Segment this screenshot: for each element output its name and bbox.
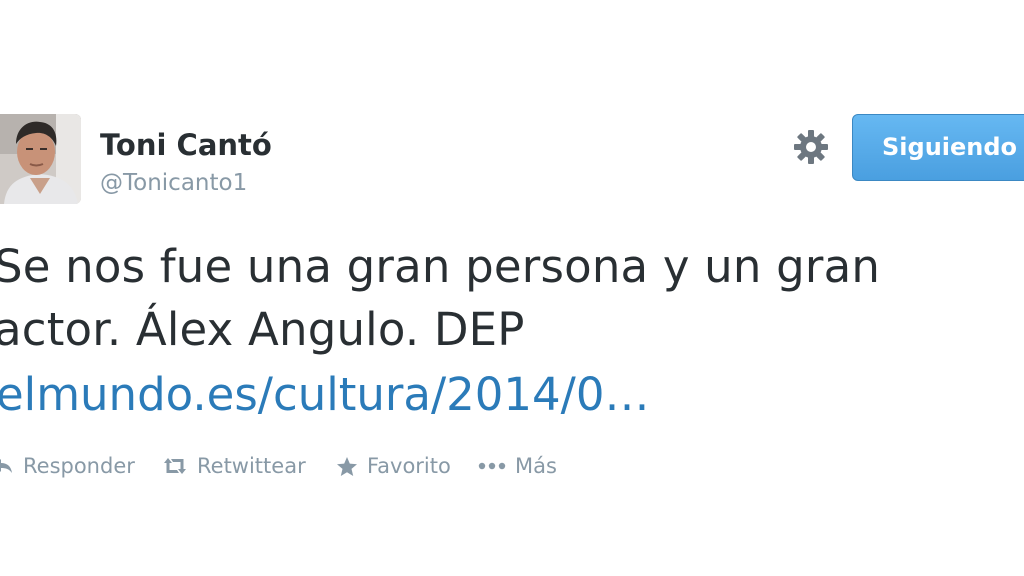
tweet-link[interactable]: elmundo.es/cultura/2014/0…: [0, 368, 649, 421]
author-name[interactable]: Toni Cantó: [100, 128, 272, 162]
retweet-label: Retwittear: [197, 454, 306, 478]
tweet-text-line-2: actor. Álex Angulo. DEP: [0, 303, 525, 356]
tweet-card: Toni Cantó @Tonicanto1 Siguiendo Se nos …: [0, 0, 1024, 576]
favorite-label: Favorito: [367, 454, 451, 478]
retweet-button[interactable]: Retwittear: [162, 452, 306, 480]
gear-icon[interactable]: [792, 128, 830, 166]
more-dots-icon: [478, 462, 506, 470]
star-icon: [336, 456, 358, 477]
favorite-button[interactable]: Favorito: [336, 452, 451, 480]
reply-icon: [0, 456, 14, 476]
author-handle[interactable]: @Tonicanto1: [100, 170, 247, 196]
avatar[interactable]: [0, 114, 81, 204]
more-label: Más: [515, 454, 557, 478]
reply-button[interactable]: Responder: [0, 452, 135, 480]
reply-label: Responder: [23, 454, 135, 478]
following-button[interactable]: Siguiendo: [852, 114, 1024, 181]
tweet-text-line-1: Se nos fue una gran persona y un gran: [0, 240, 881, 293]
more-button[interactable]: Más: [478, 452, 557, 480]
tweet-actions: Responder Retwittear Favorito Más: [0, 452, 1024, 480]
retweet-icon: [162, 456, 188, 476]
